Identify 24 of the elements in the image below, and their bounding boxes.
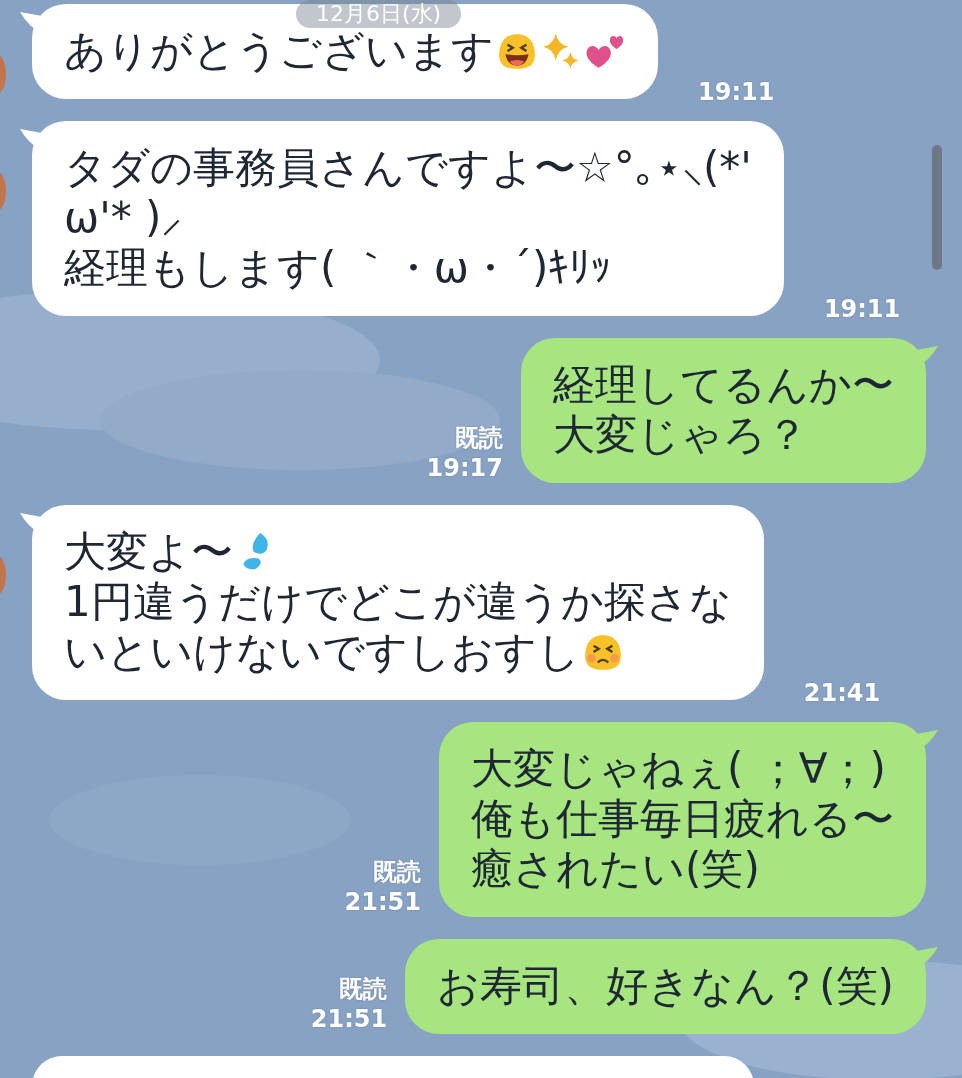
read-receipt: 既読: [339, 974, 388, 1004]
message-text: お寿司、好きなん？(笑): [437, 961, 894, 1011]
message-text: 経理してるんか〜: [553, 360, 894, 410]
message-text: 経理もします( ｀・ω・´)ｷﾘｯ: [64, 243, 612, 293]
message-time: 19:11: [823, 294, 901, 324]
message-time: 19:11: [698, 77, 775, 107]
date-label: 12月6日(水): [296, 0, 462, 28]
message-text: 大変よ〜: [64, 527, 233, 577]
message-text: ありがとうございます: [64, 26, 494, 76]
message-text: 大変じゃねぇ( ；∀；): [471, 744, 886, 794]
message-text: タダの事務員さんですよ〜☆°｡⋆⸜(*': [64, 143, 752, 193]
scrollbar[interactable]: [932, 145, 942, 270]
message-text: いといけないですしおすし: [64, 627, 580, 677]
message-text: ω'* )⸝: [64, 193, 183, 243]
message-time: 19:17: [426, 453, 503, 483]
message-text: 大変じゃろ？: [553, 410, 808, 460]
message-text: 1円違うだけでどこが違うか探さな: [64, 577, 732, 627]
read-receipt: 既読: [373, 857, 421, 887]
message-time: 21:41: [803, 678, 881, 708]
message-text: 癒されたい(笑): [471, 844, 760, 894]
message-time: 21:51: [344, 887, 421, 917]
read-receipt: 既読: [455, 423, 503, 453]
message-text: 俺も仕事毎日疲れる〜: [471, 794, 894, 844]
message-time: 21:51: [310, 1004, 388, 1034]
